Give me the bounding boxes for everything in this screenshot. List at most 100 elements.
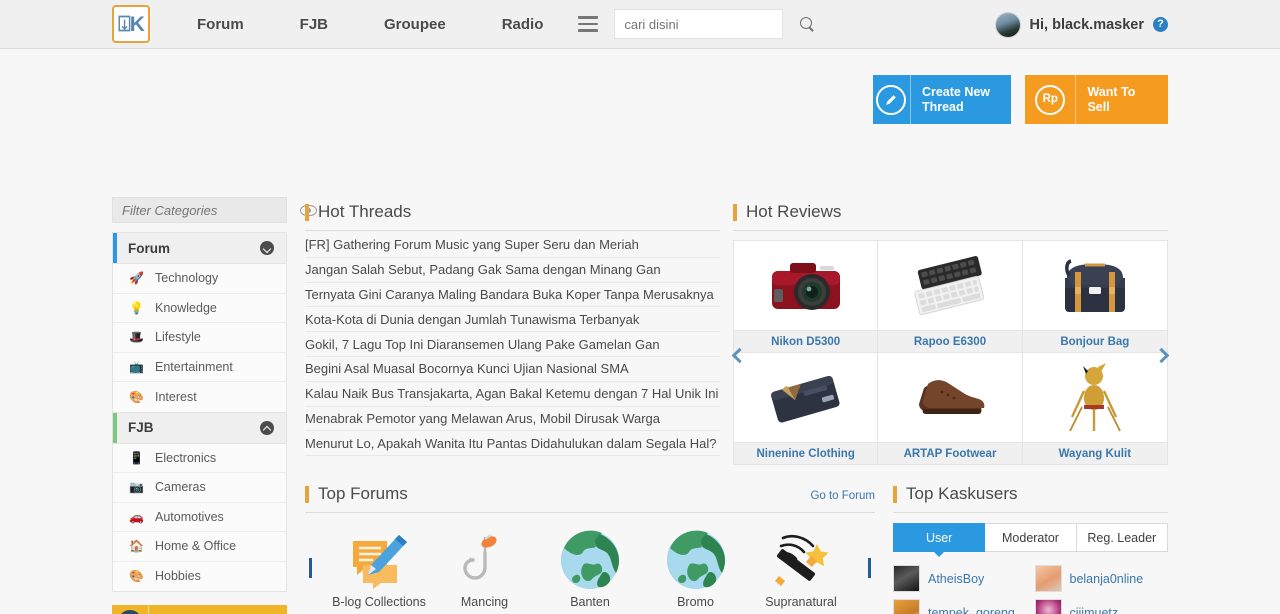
top-kaskusers-header: Top Kaskusers bbox=[893, 484, 1168, 513]
sidebar-item-lifestyle[interactable]: 🎩 Lifestyle bbox=[113, 323, 286, 353]
accent-bar bbox=[113, 412, 117, 443]
review-card[interactable]: Rapoo E6300 bbox=[878, 241, 1023, 353]
sidebar-item-knowledge[interactable]: 💡 Knowledge bbox=[113, 294, 286, 323]
category-group-forum-header[interactable]: Forum bbox=[113, 233, 286, 264]
kaskuser-item[interactable]: tempek_goreng bbox=[893, 599, 1027, 614]
chevron-right-icon bbox=[1153, 347, 1170, 363]
forum-item[interactable]: Supranatural bbox=[749, 526, 853, 609]
nav-link-radio[interactable]: Radio bbox=[489, 16, 557, 33]
thread-item[interactable]: Jangan Salah Sebut, Padang Gak Sama deng… bbox=[305, 258, 720, 283]
tab-user[interactable]: User bbox=[893, 523, 986, 557]
kaskuser-item[interactable]: belanja0nline bbox=[1034, 565, 1169, 592]
kaskus-logo[interactable]: ⍗K bbox=[112, 5, 150, 43]
forum-item[interactable]: Mancing bbox=[433, 526, 537, 609]
shoes-product-image bbox=[878, 353, 1021, 442]
user-area[interactable]: Hi, black.masker ? bbox=[994, 0, 1168, 49]
top-kaskusers-list: AtheisBoy belanja0nline tempek_goreng ci… bbox=[893, 565, 1168, 614]
thread-item[interactable]: Gokil, 7 Lagu Top Ini Diaransemen Ulang … bbox=[305, 332, 720, 357]
forum-item[interactable]: Bromo bbox=[644, 526, 748, 609]
bag-product-image bbox=[1023, 241, 1167, 330]
avatar bbox=[1034, 599, 1062, 614]
top-forums-prev-button[interactable] bbox=[309, 558, 312, 578]
review-label: Rapoo E6300 bbox=[878, 330, 1022, 352]
avatar bbox=[1034, 565, 1062, 592]
page-body: Create New Thread Rp Want To Sell Forum … bbox=[0, 49, 1280, 614]
thread-item[interactable]: [FR] Gathering Forum Music yang Super Se… bbox=[305, 233, 720, 258]
chevron-up-icon[interactable] bbox=[260, 420, 274, 435]
filter-categories-row[interactable] bbox=[112, 197, 317, 223]
feedback-button[interactable]: ✍ Feedback ? bbox=[112, 605, 287, 614]
search-icon[interactable] bbox=[800, 16, 815, 32]
review-label: Ninenine Clothing bbox=[734, 442, 878, 464]
camera-product-image bbox=[734, 241, 877, 330]
chevron-down-icon[interactable] bbox=[260, 241, 274, 255]
top-navigation-bar: ⍗K Forum FJB Groupee Radio Hi, black.mas… bbox=[0, 0, 1280, 49]
top-forums-header: Top Forums Go to Forum bbox=[305, 484, 875, 513]
sidebar-item-interest[interactable]: 🎨 Interest bbox=[113, 382, 286, 412]
review-card[interactable]: Bonjour Bag bbox=[1022, 241, 1167, 353]
hot-reviews-grid: Nikon D5300 Rapoo E6300 Bonjour Bag Nine… bbox=[733, 240, 1168, 465]
thread-item[interactable]: Kalau Naik Bus Transjakarta, Agan Bakal … bbox=[305, 382, 720, 407]
sidebar-item-label: Cameras bbox=[155, 480, 206, 495]
forum-label: B-log Collections bbox=[332, 595, 426, 609]
search-box[interactable] bbox=[614, 9, 813, 39]
sidebar-item-label: Lifestyle bbox=[155, 330, 201, 345]
forum-item[interactable]: B-log Collections bbox=[327, 526, 431, 609]
filter-categories-input[interactable] bbox=[122, 202, 300, 218]
hot-reviews-next-button[interactable] bbox=[1153, 342, 1170, 368]
hot-reviews-prev-button[interactable] bbox=[731, 342, 748, 368]
review-card[interactable]: Ninenine Clothing bbox=[734, 353, 879, 464]
want-to-sell-button[interactable]: Rp Want To Sell bbox=[1025, 75, 1168, 124]
search-input[interactable] bbox=[624, 16, 801, 32]
tab-reg-leader[interactable]: Reg. Leader bbox=[1076, 523, 1168, 552]
accent-bar bbox=[893, 486, 897, 503]
wayang-product-image bbox=[1023, 353, 1167, 442]
thread-item[interactable]: Ternyata Gini Caranya Maling Bandara Buk… bbox=[305, 283, 720, 308]
help-icon[interactable]: ? bbox=[1153, 17, 1168, 32]
forum-item[interactable]: Banten bbox=[538, 526, 642, 609]
kaskuser-item[interactable]: ciiimuetz bbox=[1034, 599, 1169, 614]
hot-threads-section: Hot Threads [FR] Gathering Forum Music y… bbox=[305, 202, 720, 457]
sidebar-item-home-office[interactable]: 🏠 Home & Office bbox=[113, 532, 286, 562]
nav-link-forum[interactable]: Forum bbox=[184, 16, 257, 33]
pencil-circle-icon bbox=[873, 75, 911, 124]
category-group-fjb-header[interactable]: FJB bbox=[113, 412, 286, 444]
clothing-product-image bbox=[734, 353, 877, 442]
thread-item[interactable]: Kota-Kota di Dunia dengan Jumlah Tunawis… bbox=[305, 307, 720, 333]
accent-bar bbox=[305, 204, 309, 221]
sidebar-item-label: Automotives bbox=[155, 509, 224, 524]
chevron-left-icon bbox=[731, 347, 748, 363]
kaskuser-name: AtheisBoy bbox=[928, 571, 985, 586]
hamburger-icon[interactable] bbox=[578, 16, 599, 32]
nav-link-groupee[interactable]: Groupee bbox=[371, 16, 459, 33]
review-card[interactable]: Wayang Kulit bbox=[1022, 353, 1167, 464]
top-kaskusers-section: Top Kaskusers User Moderator Reg. Leader… bbox=[893, 484, 1168, 614]
sidebar-item-label: Technology bbox=[155, 271, 219, 286]
go-to-forum-link[interactable]: Go to Forum bbox=[810, 490, 875, 502]
lightbulb-icon: 💡 bbox=[129, 300, 144, 315]
globe-icon bbox=[644, 526, 748, 594]
sidebar-item-technology[interactable]: 🚀 Technology bbox=[113, 264, 286, 294]
thread-item[interactable]: Begini Asal Muasal Bocornya Kunci Ujian … bbox=[305, 357, 720, 382]
tophat-icon: 🎩 bbox=[129, 330, 144, 345]
top-forums-next-button[interactable] bbox=[868, 558, 871, 578]
sidebar-item-cameras[interactable]: 📷 Cameras bbox=[113, 473, 286, 503]
nav-link-fjb[interactable]: FJB bbox=[287, 16, 341, 33]
sidebar-item-entertainment[interactable]: 📺 Entertainment bbox=[113, 353, 286, 382]
thread-item[interactable]: Menabrak Pemotor yang Melawan Arus, Mobi… bbox=[305, 407, 720, 432]
category-group-forum: Forum 🚀 Technology 💡 Knowledge 🎩 Lifesty… bbox=[112, 232, 287, 413]
forum-label: Banten bbox=[570, 595, 610, 609]
sidebar-item-electronics[interactable]: 📱 Electronics bbox=[113, 444, 286, 473]
hand-write-icon: ✍ bbox=[112, 605, 149, 614]
forum-label: Mancing bbox=[460, 595, 509, 609]
sidebar-item-hobbies[interactable]: 🎨 Hobbies bbox=[113, 562, 286, 592]
kaskuser-item[interactable]: AtheisBoy bbox=[893, 565, 1027, 592]
review-card[interactable]: Nikon D5300 bbox=[734, 241, 879, 353]
review-card[interactable]: ARTAP Footwear bbox=[878, 353, 1023, 464]
avatar[interactable] bbox=[994, 11, 1021, 38]
hamburger-bar bbox=[578, 22, 599, 26]
sidebar-item-automotives[interactable]: 🚗 Automotives bbox=[113, 503, 286, 532]
create-new-thread-button[interactable]: Create New Thread bbox=[873, 75, 1011, 124]
tab-moderator[interactable]: Moderator bbox=[985, 523, 1077, 552]
thread-item[interactable]: Menurut Lo, Apakah Wanita Itu Pantas Did… bbox=[305, 431, 720, 457]
